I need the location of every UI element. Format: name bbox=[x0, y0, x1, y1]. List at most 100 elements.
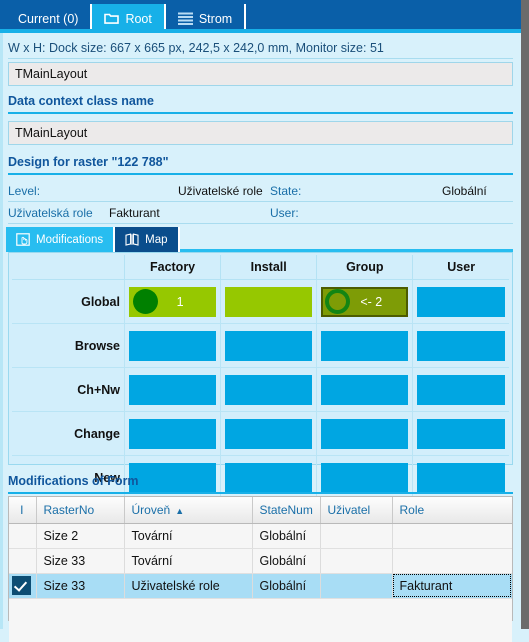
modifications-matrix: Factory Install Group User Global 1 <- 2 Br… bbox=[8, 252, 513, 499]
matrix-cell-wrap bbox=[316, 323, 414, 368]
grid-body: Size 2 Tovární Globální Size 33 Tovární Globá… bbox=[9, 523, 512, 642]
matrix-cell-wrap bbox=[412, 367, 509, 412]
data-context-field[interactable]: TMainLayout bbox=[8, 121, 513, 145]
matrix-col-factory: Factory bbox=[124, 255, 222, 280]
cell-statenum[interactable]: Globální bbox=[252, 573, 321, 599]
matrix-row-label: Change bbox=[12, 411, 125, 456]
matrix-cell-browse-user[interactable] bbox=[417, 330, 505, 361]
row-checkbox-cell[interactable] bbox=[9, 548, 37, 574]
matrix-cell-wrap bbox=[412, 411, 509, 456]
grid-col-indicator[interactable]: I bbox=[9, 497, 37, 524]
cell-rasterno[interactable]: Size 33 bbox=[36, 573, 125, 599]
grid-col-statenum[interactable]: StateNum bbox=[252, 497, 321, 524]
top-tab-strom-label: Strom bbox=[198, 11, 233, 26]
inner-tab-strip-filler bbox=[179, 224, 513, 252]
cell-uzivatel[interactable] bbox=[320, 548, 393, 574]
matrix-row-label: Ch+Nw bbox=[12, 367, 125, 412]
cell-rasterno[interactable]: Size 2 bbox=[36, 523, 125, 549]
layout-name-field[interactable]: TMainLayout bbox=[8, 62, 513, 86]
matrix-cell-wrap bbox=[316, 367, 414, 412]
matrix-cell-chnw-install[interactable] bbox=[225, 374, 313, 405]
map-icon bbox=[125, 233, 139, 246]
matrix-row-label: Browse bbox=[12, 323, 125, 368]
grid-col-rasterno[interactable]: RasterNo bbox=[36, 497, 125, 524]
table-row[interactable]: Size 33 Tovární Globální bbox=[9, 548, 512, 574]
ring-circle-icon bbox=[325, 289, 351, 314]
row-checkbox-cell[interactable] bbox=[9, 523, 37, 549]
user-label: User: bbox=[270, 206, 299, 220]
matrix-cell-change-install[interactable] bbox=[225, 418, 313, 449]
matrix-cell-browse-factory[interactable] bbox=[129, 330, 217, 361]
matrix-cell-chnw-factory[interactable] bbox=[129, 374, 217, 405]
matrix-table: Factory Install Group User Global 1 <- 2 Br… bbox=[12, 255, 509, 499]
cell-role[interactable] bbox=[392, 523, 512, 549]
matrix-col-user: User bbox=[412, 255, 509, 280]
cell-role[interactable] bbox=[392, 548, 512, 574]
inner-tab-strip: Modifications Map bbox=[6, 226, 513, 252]
matrix-cell-wrap bbox=[124, 367, 222, 412]
matrix-cell-wrap bbox=[124, 411, 222, 456]
tab-accent-underline bbox=[0, 29, 521, 33]
table-row[interactable]: Size 33 Uživatelské role Globální Fakturant bbox=[9, 573, 512, 599]
level-label: Level: bbox=[8, 184, 41, 198]
modifications-grid[interactable]: I RasterNo Úroveň ▲ StateNum Uživatel Rol… bbox=[8, 496, 513, 642]
modifications-grid-table: I RasterNo Úroveň ▲ StateNum Uživatel Rol… bbox=[9, 497, 512, 642]
matrix-cell-global-install[interactable] bbox=[225, 286, 313, 317]
list-icon bbox=[177, 12, 193, 26]
matrix-cell-change-group[interactable] bbox=[321, 418, 409, 449]
matrix-cell-wrap bbox=[412, 279, 509, 324]
matrix-body: Global 1 <- 2 Browse Ch+Nw Change New bbox=[12, 279, 509, 499]
inner-tab-modifications[interactable]: Modifications bbox=[6, 227, 116, 252]
matrix-cell-wrap bbox=[220, 367, 318, 412]
cell-uroven[interactable]: Tovární bbox=[124, 548, 253, 574]
matrix-row-label: Global bbox=[12, 279, 125, 324]
cell-role[interactable]: Fakturant bbox=[392, 573, 512, 599]
cell-statenum[interactable]: Globální bbox=[252, 523, 321, 549]
matrix-cell-text: <- 2 bbox=[360, 294, 383, 309]
filled-circle-icon bbox=[133, 289, 158, 314]
matrix-cell-browse-group[interactable] bbox=[321, 330, 409, 361]
matrix-cell-change-user[interactable] bbox=[417, 418, 505, 449]
matrix-cell-wrap bbox=[124, 323, 222, 368]
matrix-cell-wrap bbox=[220, 279, 318, 324]
state-value: Globální bbox=[442, 184, 487, 198]
matrix-cell-global-user[interactable] bbox=[417, 286, 505, 317]
grid-header-row: I RasterNo Úroveň ▲ StateNum Uživatel Rol… bbox=[9, 497, 512, 524]
matrix-cell-chnw-group[interactable] bbox=[321, 374, 409, 405]
level-value: Uživatelské role bbox=[178, 184, 263, 198]
grid-col-uzivatel[interactable]: Uživatel bbox=[320, 497, 393, 524]
meta-row-role-user: Uživatelská role Fakturant User: bbox=[8, 202, 513, 224]
cell-uroven[interactable]: Tovární bbox=[124, 523, 253, 549]
matrix-row: Global 1 <- 2 bbox=[12, 279, 509, 324]
matrix-cell-wrap: 1 bbox=[124, 279, 222, 324]
matrix-cell-global-factory[interactable]: 1 bbox=[129, 286, 217, 317]
top-tab-root-label: Root bbox=[125, 11, 152, 26]
matrix-corner-cell bbox=[12, 255, 125, 280]
inner-tab-map[interactable]: Map bbox=[115, 227, 180, 252]
inner-tab-modifications-label: Modifications bbox=[36, 233, 104, 246]
checkmark-icon bbox=[12, 576, 32, 595]
matrix-cell-global-group[interactable]: <- 2 bbox=[321, 286, 409, 317]
cell-rasterno[interactable]: Size 33 bbox=[36, 548, 125, 574]
matrix-header-row: Factory Install Group User bbox=[12, 255, 509, 280]
right-window-edge bbox=[521, 0, 529, 629]
table-row[interactable]: Size 2 Tovární Globální bbox=[9, 523, 512, 549]
matrix-cell-browse-install[interactable] bbox=[225, 330, 313, 361]
data-context-header: Data context class name bbox=[8, 90, 513, 114]
matrix-col-install: Install bbox=[220, 255, 318, 280]
cell-uroven[interactable]: Uživatelské role bbox=[124, 573, 253, 599]
modifications-of-form-header: Modifications of Form bbox=[8, 470, 513, 494]
grid-col-uroven[interactable]: Úroveň ▲ bbox=[124, 497, 253, 524]
top-tab-current-label: Current (0) bbox=[18, 11, 79, 26]
state-label: State: bbox=[270, 184, 302, 198]
cell-uzivatel[interactable] bbox=[320, 573, 393, 599]
grid-empty-area bbox=[9, 598, 512, 642]
cell-uzivatel[interactable] bbox=[320, 523, 393, 549]
matrix-cell-change-factory[interactable] bbox=[129, 418, 217, 449]
row-checkbox-cell[interactable] bbox=[9, 573, 37, 599]
grid-col-role[interactable]: Role bbox=[392, 497, 512, 524]
matrix-cell-chnw-user[interactable] bbox=[417, 374, 505, 405]
matrix-col-group: Group bbox=[316, 255, 414, 280]
cell-statenum[interactable]: Globální bbox=[252, 548, 321, 574]
matrix-cell-wrap bbox=[220, 411, 318, 456]
